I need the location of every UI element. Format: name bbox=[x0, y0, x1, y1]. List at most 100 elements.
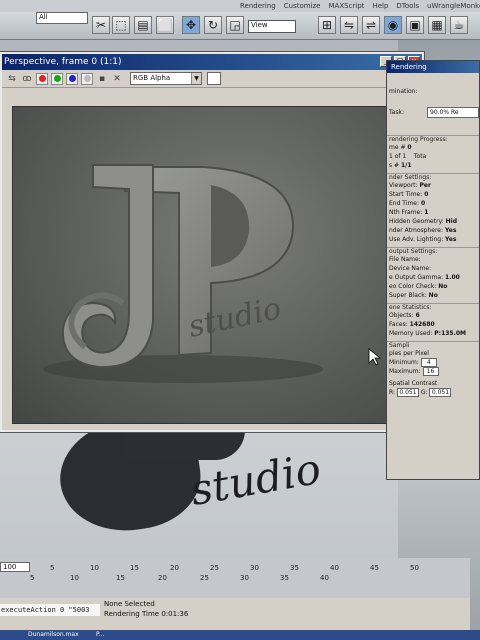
pivot-icon[interactable]: ⊞ bbox=[318, 16, 336, 34]
red-channel-toggle[interactable] bbox=[36, 72, 48, 85]
menu-rendering[interactable]: Rendering bbox=[240, 2, 276, 10]
select-object-icon[interactable]: ⬚ bbox=[112, 16, 130, 34]
samples-per-pixel-label: ples per Pixel bbox=[389, 350, 429, 357]
align-icon[interactable]: ⇌ bbox=[362, 16, 380, 34]
tick-label: 20 bbox=[158, 574, 167, 582]
quick-render-icon[interactable]: ☕ bbox=[450, 16, 468, 34]
menu-dtools[interactable]: DTools bbox=[396, 2, 419, 10]
tick-label: 40 bbox=[320, 574, 329, 582]
setting-row: Nth Frame: 1 bbox=[389, 209, 429, 216]
stats-row: Faces: 142680 bbox=[389, 321, 435, 328]
output-row: File Name: bbox=[389, 256, 421, 263]
task-label: Task: bbox=[389, 109, 404, 116]
tick-label: 15 bbox=[116, 574, 125, 582]
tick-label: 40 bbox=[330, 564, 339, 572]
chevron-down-icon: ▼ bbox=[191, 73, 201, 84]
render-settings-group: nder Settings: bbox=[387, 173, 479, 181]
menu-uwranglemonkey[interactable]: uWrangleMonkey bbox=[427, 2, 480, 10]
green-channel-toggle[interactable] bbox=[51, 72, 63, 85]
rectangular-selection-icon[interactable]: ⬜ bbox=[156, 16, 174, 34]
clear-icon[interactable]: ✕ bbox=[111, 74, 123, 84]
frame-row: me # 0 bbox=[389, 144, 412, 151]
tick-label: 20 bbox=[170, 564, 179, 572]
taskbar-item[interactable]: Dunamilson.max bbox=[28, 631, 79, 638]
tick-label: 25 bbox=[200, 574, 209, 582]
tick-label: 10 bbox=[70, 574, 79, 582]
alpha-dot-icon bbox=[83, 75, 91, 82]
tick-label: 30 bbox=[240, 574, 249, 582]
rendering-progress-titlebar[interactable]: Rendering bbox=[387, 61, 479, 73]
blue-dot-icon bbox=[68, 75, 76, 82]
render-setup-icon[interactable]: ▣ bbox=[406, 16, 424, 34]
alpha-channel-toggle[interactable] bbox=[81, 72, 93, 85]
mouse-cursor-icon bbox=[368, 348, 382, 366]
people-icon[interactable]: ꝏ bbox=[21, 74, 33, 84]
rendered-frame-title: Perspective, frame 0 (1:1) bbox=[4, 57, 122, 67]
material-editor-icon[interactable]: ◉ bbox=[384, 16, 402, 34]
status-bar: executeAction 0 "5003 None Selected Rend… bbox=[0, 598, 470, 630]
blue-channel-toggle[interactable] bbox=[66, 72, 78, 85]
contrast-g-field[interactable]: 0.051 bbox=[429, 388, 452, 397]
select-scale-icon[interactable]: ◲ bbox=[226, 16, 244, 34]
tick-label: 5 bbox=[30, 574, 35, 582]
setting-row: nder Atmosphere: Yes bbox=[389, 227, 457, 234]
output-row: Super Black: No bbox=[389, 292, 438, 299]
tick-label: 45 bbox=[370, 564, 379, 572]
menu-customize[interactable]: Customize bbox=[284, 2, 321, 10]
reference-coordinate-dropdown[interactable]: View bbox=[248, 20, 296, 33]
task-progress-value: 90.0% Re bbox=[427, 107, 479, 118]
selection-filter-dropdown[interactable]: All bbox=[36, 12, 88, 24]
channel-value: RGB Alpha bbox=[133, 74, 171, 82]
selection-status: None Selected bbox=[104, 600, 155, 608]
select-move-icon[interactable]: ✥ bbox=[182, 16, 200, 34]
stats-row: Memory Used: P:135.0M bbox=[389, 330, 467, 337]
menu-maxscript[interactable]: MAXScript bbox=[329, 2, 365, 10]
frames-row: s # 1/1 bbox=[389, 162, 412, 169]
taskbar: Dunamilson.max P... bbox=[0, 630, 480, 640]
green-dot-icon bbox=[53, 75, 61, 82]
minimum-field[interactable]: 4 bbox=[420, 358, 437, 367]
logo-render-svg: studio bbox=[43, 164, 382, 383]
mirror-icon[interactable]: ⇋ bbox=[340, 16, 358, 34]
rendered-frame-window: Perspective, frame 0 (1:1) _ □ × ⇆ ꝏ ▪ ✕… bbox=[0, 52, 424, 432]
rendered-image: studio bbox=[12, 106, 416, 424]
contrast-row: R: 0.051 G: 0.051 bbox=[387, 388, 479, 397]
select-rotate-icon[interactable]: ↻ bbox=[204, 16, 222, 34]
maxscript-listener-field[interactable]: executeAction 0 "5003 bbox=[0, 604, 100, 616]
output-row: e Output Gamma: 1.00 bbox=[389, 274, 460, 281]
tick-label: 35 bbox=[280, 574, 289, 582]
menu-help[interactable]: Help bbox=[372, 2, 388, 10]
contrast-r-field[interactable]: 0.051 bbox=[396, 388, 419, 397]
render-frame-icon[interactable]: ▦ bbox=[428, 16, 446, 34]
tick-label: 10 bbox=[90, 564, 99, 572]
rendering-progress-window: Rendering mination: Task: 90.0% Re rende… bbox=[386, 60, 480, 480]
tick-label: 30 bbox=[250, 564, 259, 572]
monochrome-icon[interactable]: ▪ bbox=[96, 74, 108, 84]
minimum-row: Minimum: 4 bbox=[387, 358, 479, 367]
stats-row: Objects: 6 bbox=[389, 312, 420, 319]
time-slider-area: 100 5 10 15 20 25 30 35 40 45 50 5 10 15… bbox=[0, 558, 470, 598]
maximum-field[interactable]: 16 bbox=[422, 367, 439, 376]
time-slider[interactable]: 100 bbox=[0, 562, 30, 572]
sampling-group: Sampli bbox=[387, 341, 479, 349]
setting-row: End Time: 0 bbox=[389, 200, 426, 207]
setting-row: Start Time: 0 bbox=[389, 191, 429, 198]
max-main-window: Rendering Customize MAXScript Help DTool… bbox=[0, 0, 480, 640]
render-time-status: Rendering Time 0:01:36 bbox=[104, 610, 189, 618]
track-bar[interactable]: 5 10 15 20 25 30 35 40 45 50 5 10 15 20 … bbox=[30, 564, 470, 594]
track-icon[interactable]: ⇆ bbox=[6, 74, 18, 84]
tick-label: 5 bbox=[50, 564, 55, 572]
rendered-frame-titlebar[interactable]: Perspective, frame 0 (1:1) _ □ × bbox=[2, 54, 422, 70]
rendered-frame-toolbar: ⇆ ꝏ ▪ ✕ RGB Alpha ▼ bbox=[2, 70, 422, 88]
main-toolbar: All ✂ ⬚ ▤ ⬜ ✥ ↻ ◲ View ⊞ ⇋ ⇌ ◉ ▣ ▦ ☕ bbox=[0, 12, 480, 40]
color-swatch[interactable] bbox=[207, 72, 221, 85]
select-by-name-icon[interactable]: ▤ bbox=[134, 16, 152, 34]
of-row: 1 of 1 Tota bbox=[389, 153, 427, 160]
output-row: eo Color Check: No bbox=[389, 283, 448, 290]
unlink-icon[interactable]: ✂ bbox=[92, 16, 110, 34]
output-settings-group: output Settings: bbox=[387, 247, 479, 255]
channel-dropdown[interactable]: RGB Alpha ▼ bbox=[130, 72, 202, 85]
illumination-label: mination: bbox=[389, 88, 418, 95]
menu-bar: Rendering Customize MAXScript Help DTool… bbox=[0, 0, 480, 12]
taskbar-item[interactable]: P... bbox=[96, 631, 104, 638]
